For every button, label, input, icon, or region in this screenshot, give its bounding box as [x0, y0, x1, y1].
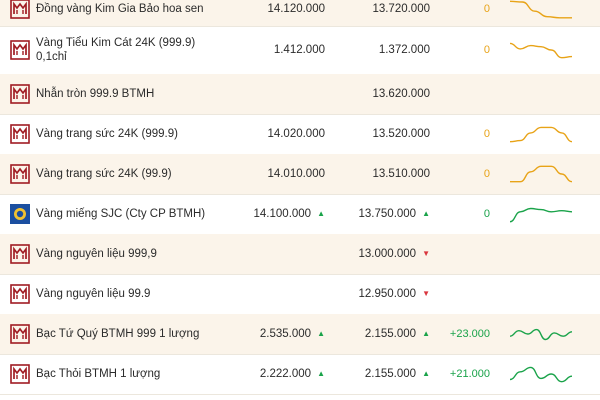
sell-price: 13.520.000 [372, 128, 430, 140]
buy-price-value: 14.120.000 [267, 3, 325, 15]
table-row[interactable]: Vàng miếng SJC (Cty CP BTMH) 14.100.000 ▲ 1… [0, 194, 600, 235]
btmh-logo [10, 0, 30, 19]
sparkline-chart [509, 0, 572, 19]
buy-price-value: 14.010.000 [267, 168, 325, 180]
sell-price-value: 13.720.000 [372, 3, 430, 15]
buy-price: 14.100.000 ▲ [254, 208, 325, 220]
table-row[interactable]: Vàng nguyên liệu 999,9 13.000.000 ▼ [0, 234, 600, 275]
sell-price: 13.510.000 [372, 168, 430, 180]
btmh-logo [10, 164, 30, 184]
price-change: 0 [483, 128, 490, 140]
sparkline-chart [510, 165, 573, 183]
sell-price: 1.372.000 [379, 44, 430, 56]
price-change: +23.000 [449, 328, 490, 340]
product-name: Bạc Thỏi BTMH 1 lượng [36, 368, 161, 380]
price-change: 0 [483, 208, 490, 220]
sparkline-path [510, 165, 573, 183]
buy-price-value: 14.020.000 [267, 128, 325, 140]
btmh-logo [10, 124, 30, 144]
sparkline-path [509, 42, 573, 59]
product-name: Vàng miếng SJC (Cty CP BTMH) [36, 208, 206, 220]
sell-price: 13.000.000 ▼ [359, 248, 430, 260]
sparkline-chart [509, 126, 573, 143]
product-name: Bạc Tứ Quý BTMH 999 1 lượng [36, 328, 200, 340]
btmh-logo [10, 84, 30, 104]
arrow-up-icon: ▲ [422, 209, 430, 218]
product-name: Vàng Tiểu Kim Cát 24K (999.9) 0,1chỉ [36, 37, 196, 63]
sparkline-path [509, 0, 572, 19]
btmh-logo [10, 40, 30, 60]
arrow-up-icon: ▲ [317, 369, 325, 378]
buy-price: 14.010.000 [267, 168, 325, 180]
sjc-logo [10, 204, 30, 224]
sell-price: 2.155.000 ▲ [365, 328, 430, 340]
buy-price-value: 1.412.000 [273, 44, 325, 56]
sparkline-path [509, 126, 573, 143]
buy-price: 1.412.000 [274, 44, 325, 56]
arrow-down-icon: ▼ [422, 289, 430, 298]
sparkline-path [509, 328, 573, 341]
buy-price: 14.120.000 [267, 3, 325, 15]
price-change: 0 [483, 3, 490, 15]
table-row[interactable]: Vàng Tiểu Kim Cát 24K (999.9) 0,1chỉ 1.41… [0, 26, 600, 75]
btmh-logo [10, 244, 30, 264]
product-name: Vàng nguyên liệu 99.9 [36, 288, 151, 300]
sell-price-value: 13.750.000 [358, 208, 417, 220]
table-row[interactable]: Bạc Thỏi BTMH 1 lượng 2.222.000 ▲ 2.155.000… [0, 354, 600, 395]
product-name: Vàng trang sức 24K (999.9) [36, 128, 178, 140]
sell-price-value: 1.372.000 [378, 44, 430, 56]
sell-price-value: 13.620.000 [372, 88, 430, 100]
sparkline-path [509, 366, 573, 383]
table-row[interactable]: Vàng nguyên liệu 99.9 12.950.000 ▼ [0, 274, 600, 315]
price-change: 0 [483, 44, 490, 56]
sparkline-chart [509, 366, 573, 383]
sell-price-value: 13.510.000 [372, 168, 430, 180]
arrow-up-icon: ▲ [317, 329, 325, 338]
sell-price: 2.155.000 ▲ [365, 368, 430, 380]
price-change: 0 [483, 168, 490, 180]
sell-price-value: 2.155.000 [364, 328, 417, 340]
product-name: Vàng nguyên liệu 999,9 [36, 248, 157, 260]
btmh-logo [10, 284, 30, 304]
buy-price-value: 2.222.000 [259, 368, 312, 380]
table-row[interactable]: Vàng trang sức 24K (999.9) 14.020.000 13.5… [0, 114, 600, 155]
sell-price: 13.620.000 [372, 88, 430, 100]
arrow-up-icon: ▲ [317, 209, 325, 218]
sparkline-chart [509, 328, 573, 341]
arrow-down-icon: ▼ [422, 249, 430, 258]
sparkline-path [509, 207, 573, 223]
table-row[interactable]: Nhẫn tròn 999.9 BTMH 13.620.000 [0, 74, 600, 115]
table-row[interactable]: Vàng trang sức 24K (99.9) 14.010.000 13.51… [0, 154, 600, 195]
btmh-logo [10, 324, 30, 344]
sell-price-value: 12.950.000 [358, 288, 417, 300]
buy-price: 14.020.000 [267, 128, 325, 140]
sell-price: 12.950.000 ▼ [359, 288, 430, 300]
product-name: Đồng vàng Kim Gia Bảo hoa sen [36, 3, 204, 15]
buy-price-value: 2.535.000 [259, 328, 312, 340]
table-row[interactable]: Bạc Tứ Quý BTMH 999 1 lượng 2.535.000 ▲ 2.1… [0, 314, 600, 355]
sell-price-value: 2.155.000 [364, 368, 417, 380]
sell-price-value: 13.520.000 [372, 128, 430, 140]
sell-price: 13.720.000 [372, 3, 430, 15]
arrow-up-icon: ▲ [422, 369, 430, 378]
buy-price: 2.535.000 ▲ [260, 328, 325, 340]
price-change: +21.000 [449, 368, 490, 380]
product-name: Nhẫn tròn 999.9 BTMH [36, 88, 155, 100]
table-row[interactable]: Đồng vàng Kim Gia Bảo hoa sen 14.120.000 1… [0, 0, 600, 27]
sell-price-value: 13.000.000 [358, 248, 417, 260]
sparkline-chart [509, 207, 573, 223]
arrow-up-icon: ▲ [422, 329, 430, 338]
product-name: Vàng trang sức 24K (99.9) [36, 168, 172, 180]
sparkline-chart [509, 42, 573, 59]
btmh-logo [10, 364, 30, 384]
buy-price-value: 14.100.000 [253, 208, 312, 220]
buy-price: 2.222.000 ▲ [260, 368, 325, 380]
sell-price: 13.750.000 ▲ [359, 208, 430, 220]
